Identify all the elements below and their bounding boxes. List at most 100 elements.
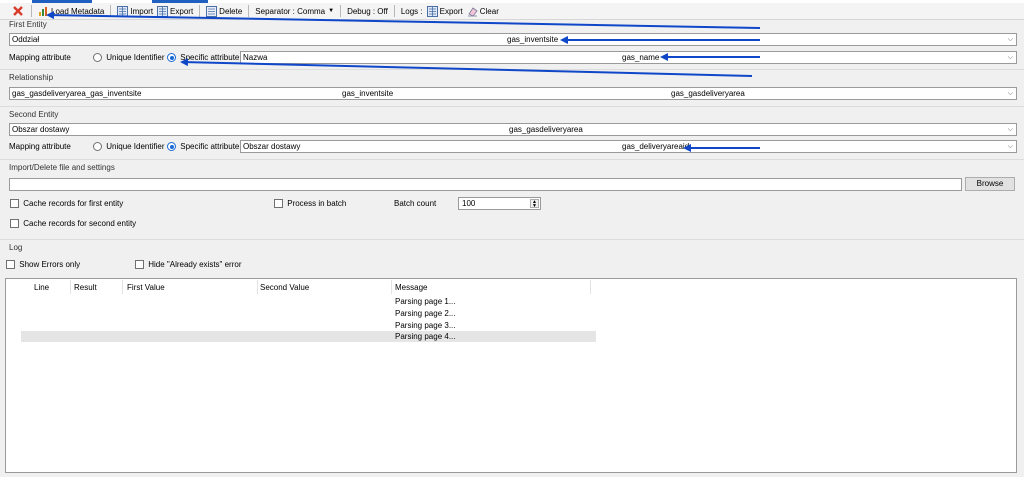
column-header-message[interactable]: Message: [395, 282, 427, 294]
load-metadata-button[interactable]: Load Metadata: [36, 4, 106, 19]
radio-unselected: [93, 53, 102, 63]
chevron-down-icon: ⌵: [1007, 90, 1013, 97]
log-row-selected[interactable]: Parsing page 4...: [21, 331, 596, 342]
delete-label: Delete: [219, 6, 243, 16]
relationship-entity2: gas_gasdeliveryarea: [671, 89, 745, 98]
export-icon: [157, 5, 169, 17]
logs-export-button[interactable]: Export: [425, 4, 465, 19]
file-path-input[interactable]: [9, 178, 962, 191]
delete-button[interactable]: Delete: [204, 4, 244, 19]
second-entity-title: Second Entity: [9, 110, 59, 119]
column-header-result[interactable]: Result: [74, 282, 97, 294]
chevron-down-icon: ⌵: [1007, 143, 1013, 150]
batch-count-value: 100: [462, 199, 476, 208]
log-title: Log: [9, 243, 23, 252]
separator-dropdown[interactable]: Separator : Comma ▼: [253, 4, 336, 19]
checkbox-unchecked: [274, 199, 283, 209]
column-header-first-value[interactable]: First Value: [127, 282, 165, 294]
second-attr-logical: gas_deliveryareaid: [622, 142, 690, 151]
hide-exists-label: Hide "Already exists" error: [148, 260, 242, 269]
toolbar-divider: [248, 5, 250, 17]
second-attribute-select[interactable]: Obszar dostawy gas_deliveryareaid ⌵: [240, 140, 1017, 153]
second-entity-select[interactable]: Obszar dostawy gas_gasdeliveryarea ⌵: [9, 123, 1017, 136]
first-attribute-select[interactable]: Nazwa gas_name ⌵: [240, 51, 1017, 64]
second-attr-display: Obszar dostawy: [243, 142, 301, 151]
first-attr-display: Nazwa: [243, 53, 268, 62]
relationship-entity1: gas_inventsite: [342, 89, 394, 98]
first-specific-attribute-option[interactable]: Specific attribute: [167, 52, 239, 64]
separator-label: Separator : Comma: [255, 6, 326, 16]
second-specific-attribute-option[interactable]: Specific attribute: [167, 141, 239, 153]
clear-button[interactable]: Clear: [465, 4, 501, 19]
cache-second-label: Cache records for second entity: [23, 219, 137, 228]
hide-exists-checkbox[interactable]: Hide "Already exists" error: [135, 259, 242, 271]
batch-count-spinner[interactable]: 100 ▲ ▼: [458, 197, 541, 210]
column-header-line[interactable]: Line: [34, 282, 49, 294]
relationship-name: gas_gasdeliveryarea_gas_inventsite: [12, 89, 142, 98]
divider: [0, 69, 1024, 70]
eraser-icon: [467, 6, 478, 17]
logs-export-label: Export: [439, 6, 463, 16]
import-label: Import: [130, 6, 154, 16]
show-errors-label: Show Errors only: [19, 260, 81, 269]
logs-label: Logs :: [400, 6, 423, 16]
column-divider: [391, 280, 392, 294]
first-entity-display: Oddział: [12, 35, 40, 44]
first-entity-select[interactable]: Oddział gas_inventsite ⌵: [9, 33, 1017, 46]
relationship-select[interactable]: gas_gasdeliveryarea_gas_inventsite gas_i…: [9, 87, 1017, 100]
toolbar-divider: [393, 5, 395, 17]
spinner-arrows-icon[interactable]: ▲ ▼: [530, 199, 539, 209]
chevron-down-icon: ▼: [328, 8, 335, 14]
column-divider: [70, 280, 71, 294]
log-message: Parsing page 3...: [395, 321, 456, 330]
first-entity-logical: gas_inventsite: [507, 35, 559, 44]
log-message: Parsing page 2...: [395, 309, 456, 318]
debug-label: Debug : Off: [347, 6, 388, 16]
toolbar-divider: [199, 5, 201, 17]
column-divider: [257, 280, 258, 294]
close-button[interactable]: [10, 4, 27, 19]
debug-button[interactable]: Debug : Off: [345, 4, 390, 19]
cache-second-checkbox[interactable]: Cache records for second entity: [10, 218, 136, 230]
first-mapping-label: Mapping attribute: [9, 53, 71, 62]
checkbox-unchecked: [10, 199, 19, 209]
log-grid[interactable]: Line Result First Value Second Value Mes…: [5, 278, 1017, 473]
browse-button[interactable]: Browse: [965, 177, 1015, 191]
log-message: Parsing page 4...: [395, 332, 456, 341]
log-row[interactable]: Parsing page 2...: [21, 308, 596, 319]
toolbar-divider: [340, 5, 342, 17]
checkbox-unchecked: [135, 260, 144, 270]
chevron-down-icon: ⌵: [1007, 126, 1013, 133]
import-button[interactable]: Import: [115, 4, 155, 19]
second-unique-identifier-option[interactable]: Unique Identifier: [93, 141, 165, 153]
second-specific-attribute-label: Specific attribute: [180, 142, 240, 151]
checkbox-unchecked: [10, 219, 19, 229]
second-mapping-label: Mapping attribute: [9, 142, 71, 151]
first-entity-title: First Entity: [9, 20, 47, 29]
divider: [0, 239, 1024, 240]
chevron-down-icon: ⌵: [1007, 36, 1013, 43]
radio-selected: [167, 53, 176, 63]
cache-first-checkbox[interactable]: Cache records for first entity: [10, 198, 123, 210]
radio-selected: [167, 142, 176, 152]
load-metadata-label: Load Metadata: [51, 6, 105, 16]
process-batch-checkbox[interactable]: Process in batch: [274, 198, 346, 210]
close-icon: [12, 6, 23, 17]
second-unique-identifier-label: Unique Identifier: [106, 142, 165, 151]
second-entity-display: Obszar dostawy: [12, 125, 70, 134]
toolbar-divider: [31, 5, 32, 17]
batch-count-label: Batch count: [394, 199, 437, 208]
show-errors-checkbox[interactable]: Show Errors only: [6, 259, 80, 271]
column-divider: [122, 280, 123, 294]
toolbar-divider: [110, 5, 112, 17]
first-unique-identifier-option[interactable]: Unique Identifier: [93, 52, 165, 64]
column-divider: [590, 280, 591, 294]
log-row[interactable]: Parsing page 3...: [21, 320, 596, 331]
column-header-second-value[interactable]: Second Value: [260, 282, 309, 294]
second-entity-logical: gas_gasdeliveryarea: [509, 125, 583, 134]
chevron-down-icon: ⌵: [1007, 54, 1013, 61]
export-button[interactable]: Export: [155, 4, 195, 19]
divider: [0, 159, 1024, 160]
log-row[interactable]: Parsing page 1...: [21, 296, 596, 307]
import-icon: [117, 5, 129, 17]
